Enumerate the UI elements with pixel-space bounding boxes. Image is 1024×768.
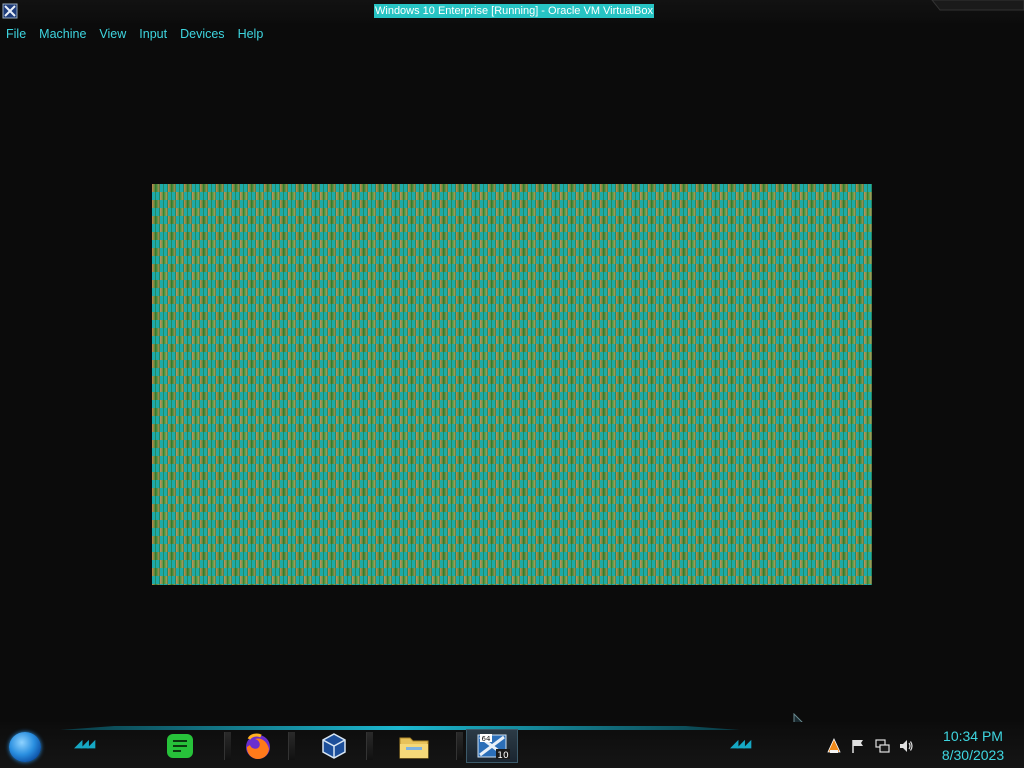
folder-icon <box>399 737 429 759</box>
clock-date: 8/30/2023 <box>941 747 1005 763</box>
menu-file[interactable]: File <box>6 27 26 41</box>
vm-display[interactable] <box>152 184 872 585</box>
volume-icon[interactable] <box>898 738 914 754</box>
menu-view[interactable]: View <box>99 27 126 41</box>
flag-icon[interactable] <box>850 738 866 754</box>
taskbar-separator <box>224 732 231 760</box>
window-title: Windows 10 Enterprise [Running] - Oracle… <box>374 4 654 18</box>
taskbar-notes-app[interactable] <box>158 729 202 763</box>
notes-icon <box>167 734 193 758</box>
vm-badge-version: 10 <box>497 751 509 761</box>
menu-machine[interactable]: Machine <box>39 27 86 41</box>
menu-devices[interactable]: Devices <box>180 27 224 41</box>
vm-badge-arch: 64 <box>482 735 491 743</box>
clock-time: 10:34 PM <box>943 728 1003 744</box>
start-orb-icon[interactable] <box>9 732 41 762</box>
taskbar-separator <box>288 732 295 760</box>
system-tray <box>826 738 922 754</box>
taskbar-chevron-left-icon: ◢◢◢ <box>74 737 95 750</box>
vm-win10-icon: 64 10 <box>477 734 510 761</box>
taskbar-chevron-right-icon: ◢◢◢ <box>730 737 751 750</box>
virtualbox-icon <box>322 733 346 759</box>
menu-bar: File Machine View Input Devices Help <box>0 24 276 44</box>
taskbar-virtualbox[interactable] <box>312 729 356 763</box>
vlc-icon[interactable] <box>826 738 842 754</box>
title-bar-decoration <box>931 0 1024 11</box>
network-icon[interactable] <box>874 738 890 754</box>
taskbar-separator <box>366 732 373 760</box>
desktop: Windows 10 Enterprise [Running] - Oracle… <box>0 0 1024 768</box>
taskbar-file-explorer[interactable] <box>392 729 436 763</box>
virtualbox-app-icon[interactable] <box>2 3 18 19</box>
title-bar[interactable]: Windows 10 Enterprise [Running] - Oracle… <box>0 0 1024 23</box>
firefox-icon <box>246 733 270 760</box>
menu-input[interactable]: Input <box>139 27 167 41</box>
taskbar-clock[interactable]: 10:34 PM 8/30/2023 <box>928 727 1018 765</box>
taskbar-firefox[interactable] <box>236 729 280 763</box>
taskbar-separator <box>456 732 463 760</box>
taskbar-windows-10-vm[interactable]: 64 10 <box>466 729 518 763</box>
menu-help[interactable]: Help <box>238 27 264 41</box>
